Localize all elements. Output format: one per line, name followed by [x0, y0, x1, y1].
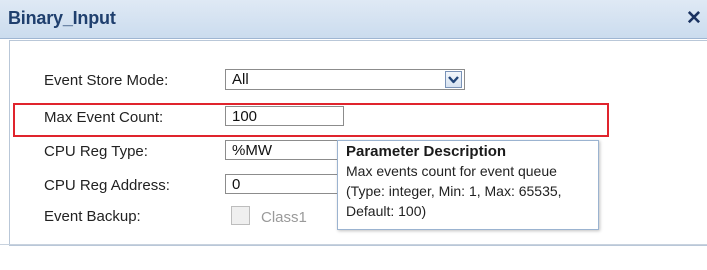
event-store-mode-select[interactable]: All: [225, 69, 465, 90]
footer-divider: [0, 244, 707, 245]
class1-checkbox-label: Class1: [261, 209, 307, 226]
cpu-reg-type-label: CPU Reg Type:: [44, 143, 148, 160]
class1-checkbox[interactable]: [231, 206, 250, 225]
event-store-mode-value: All: [232, 71, 249, 88]
cpu-reg-type-input[interactable]: %MW: [225, 140, 344, 160]
chevron-down-icon[interactable]: [445, 71, 462, 88]
title-bar: Binary_Input ✕: [0, 0, 707, 39]
chevron-down-glyph: [448, 76, 459, 84]
cpu-reg-address-input[interactable]: 0: [225, 174, 344, 194]
binary-input-dialog: Binary_Input ✕ Event Store Mode: All Max…: [0, 0, 707, 270]
highlight-box: [13, 103, 609, 137]
cpu-reg-address-label: CPU Reg Address:: [44, 177, 170, 194]
tooltip-line: (Type: integer, Min: 1, Max: 65535,: [346, 183, 562, 199]
tooltip-line: Default: 100): [346, 203, 427, 219]
close-icon[interactable]: ✕: [685, 9, 703, 28]
tooltip-title: Parameter Description: [346, 143, 507, 160]
parameter-description-tooltip: Parameter Description Max events count f…: [337, 140, 599, 230]
event-store-mode-label: Event Store Mode:: [44, 72, 169, 89]
tooltip-line: Max events count for event queue: [346, 163, 557, 179]
event-backup-label: Event Backup:: [44, 208, 141, 225]
dialog-title: Binary_Input: [8, 8, 116, 28]
